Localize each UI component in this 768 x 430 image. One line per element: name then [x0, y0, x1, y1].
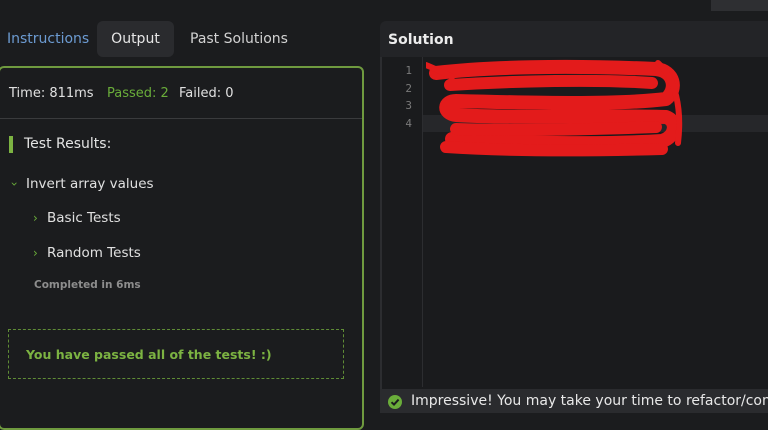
chevron-right-icon: › — [33, 211, 38, 225]
chevron-right-icon: › — [33, 246, 38, 260]
suite-invert-array-values[interactable]: › Invert array values — [7, 176, 154, 192]
pass-message: You have passed all of the tests! :) — [26, 347, 272, 362]
code-editor[interactable]: 1 2 3 4 — [380, 57, 768, 413]
line-number: 1 — [405, 64, 412, 77]
notification-bar: Impressive! You may take your time to re… — [380, 389, 768, 413]
tab-output[interactable]: Output — [97, 21, 174, 57]
completed-time: Completed in 6ms — [34, 279, 141, 291]
group-label: Random Tests — [47, 245, 141, 261]
line-number: 3 — [405, 99, 412, 112]
suite-label: Invert array values — [26, 176, 154, 192]
group-label: Basic Tests — [47, 210, 121, 226]
solution-header: Solution — [380, 21, 768, 57]
pass-message-box: You have passed all of the tests! :) — [8, 329, 344, 379]
notification-text: Impressive! You may take your time to re… — [411, 393, 768, 409]
stat-time: Time: 811ms — [9, 86, 94, 101]
tab-instructions[interactable]: Instructions — [7, 21, 89, 57]
group-basic-tests[interactable]: › Basic Tests — [33, 210, 121, 226]
stat-passed: Passed: 2 — [107, 86, 169, 101]
gutter-divider — [422, 57, 423, 387]
line-number: 4 — [405, 117, 412, 130]
redaction-scribble — [426, 59, 683, 157]
left-tab-bar: Instructions Output Past Solutions — [0, 20, 372, 58]
top-right-button[interactable] — [711, 0, 768, 11]
stat-failed: Failed: 0 — [179, 86, 234, 101]
results-accent-bar — [9, 136, 13, 153]
chevron-down-icon: › — [7, 181, 22, 187]
solution-title: Solution — [388, 32, 454, 48]
group-random-tests[interactable]: › Random Tests — [33, 245, 141, 261]
results-title: Test Results: — [24, 136, 112, 152]
tab-past-solutions[interactable]: Past Solutions — [190, 21, 288, 57]
check-circle-icon — [388, 395, 402, 409]
stats-divider — [0, 118, 362, 119]
line-number: 2 — [405, 82, 412, 95]
